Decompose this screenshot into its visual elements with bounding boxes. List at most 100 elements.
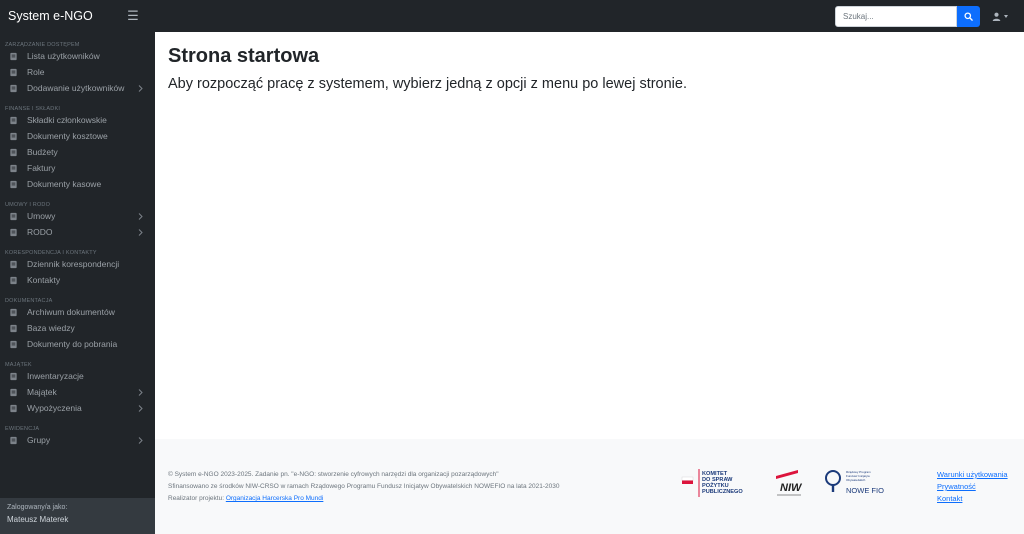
sponsor-logos: KOMITET DO SPRAW POŻYTKU PUBLICZNEGO NIW… [680,467,900,499]
open-book-icon [9,324,27,333]
sidebar-item-inwentaryzacje[interactable]: Inwentaryzacje [0,368,155,384]
footer-info: © System e-NGO 2023-2025. Zadanie pn. "e… [168,469,560,505]
sidebar-item-lista-uzytkownikow[interactable]: Lista użytkowników [0,48,155,64]
cash-register-icon [9,180,27,189]
sidebar-item-role[interactable]: Role [0,64,155,80]
sidebar-footer: Zalogowany/a jako: Mateusz Materek [0,498,155,534]
komitet-line-4: PUBLICZNEGO [702,489,743,495]
nowefio-caption-3: Obywatelskich [846,478,866,482]
sidebar-item-label: Kontakty [27,275,61,285]
sidebar-heading-dokumentacja: DOKUMENTACJA [5,298,53,304]
user-dropdown-button[interactable] [992,12,1008,21]
contact-link[interactable]: Kontakt [937,493,1008,504]
sidebar-item-label: Inwentaryzacje [27,371,84,381]
search-icon [964,11,973,21]
sidebar-heading-zarzadzanie-dostepem: ZARZĄDZANIE DOSTĘPEM [5,42,80,48]
id-card-icon [9,68,27,77]
sidebar-item-dokumenty-kasowe[interactable]: Dokumenty kasowe [0,176,155,192]
brand-link[interactable]: System e-NGO [0,9,118,23]
sidebar-item-label: Dokumenty kasowe [27,179,102,189]
terms-link[interactable]: Warunki użytkowania [937,469,1008,480]
komitet-line-3: POŻYTKU [702,482,729,489]
sidebar-heading-finanse-i-skladki: FINANSE I SKŁADKI [5,106,61,112]
top-navbar: System e-NGO ☰ [0,0,1024,32]
users-icon [9,52,27,61]
sidebar-item-dokumenty-do-pobrania[interactable]: Dokumenty do pobrania [0,336,155,352]
sidebar-item-majatek[interactable]: Majątek [0,384,155,400]
komitet-logo: KOMITET DO SPRAW POŻYTKU PUBLICZNEGO [681,469,743,497]
sidebar-item-umowy[interactable]: Umowy [0,208,155,224]
privacy-link[interactable]: Prywatność [937,481,1008,492]
sidebar-item-rodo[interactable]: RODO [0,224,155,240]
sidebar-item-label: RODO [27,227,53,237]
search-button[interactable] [957,5,980,27]
nowe-fio-logo: Rządowy Program Fundusz Inicjatyw Obywat… [825,470,884,495]
chevron-right-icon [135,228,145,236]
sidebar-item-label: Majątek [27,387,57,397]
chevron-right-icon [135,84,145,92]
page-lead: Aby rozpocząć pracę z systemem, wybierz … [168,76,687,92]
sidebar-item-label: Lista użytkowników [27,51,100,61]
group-icon [9,436,27,445]
sidebar-item-label: Baza wiedzy [27,323,75,333]
sidebar-item-dokumenty-kosztowe[interactable]: Dokumenty kosztowe [0,128,155,144]
hand-holding-icon [9,388,27,397]
search-input[interactable] [835,5,957,27]
sidebar-item-label: Archiwum dokumentów [27,307,115,317]
download-icon [9,340,27,349]
sidebar-item-archiwum-dokumentow[interactable]: Archiwum dokumentów [0,304,155,320]
sidebar-item-budzety[interactable]: Budżety [0,144,155,160]
chevron-right-icon [135,404,145,412]
coins-icon [9,116,27,125]
sidebar-toggle-button[interactable]: ☰ [118,8,148,24]
footer-links: Warunki użytkowania Prywatność Kontakt [937,469,1008,504]
sidebar: ZARZĄDZANIE DOSTĘPEM Lista użytkowników Ro… [0,32,155,534]
folder-lock-icon [9,228,27,237]
sidebar-item-faktury[interactable]: Faktury [0,160,155,176]
sidebar-item-label: Dokumenty do pobrania [27,339,118,349]
sidebar-item-label: Wypożyczenia [27,403,82,413]
sidebar-heading-umowy-i-rodo: UMOWY I RODO [5,202,51,208]
sidebar-item-skladki-czlonkowskie[interactable]: Składki członkowskie [0,112,155,128]
chevron-down-icon [1004,14,1008,18]
nowefio-text: NOWE FIO [846,486,884,495]
search-form [835,5,980,27]
chevron-right-icon [135,388,145,396]
sidebar-item-label: Składki członkowskie [27,115,107,125]
logged-in-caption: Zalogowany/a jako: [7,504,68,511]
sidebar-item-label: Dziennik korespondencji [27,259,120,269]
sidebar-item-label: Grupy [27,435,51,445]
chevron-right-icon [135,212,145,220]
niw-logo: NIW [776,470,803,496]
sidebar-item-grupy[interactable]: Grupy [0,432,155,448]
sidebar-item-label: Dokumenty kosztowe [27,131,108,141]
boxes-icon [9,404,27,413]
sidebar-item-dodawanie-uzytkownikow[interactable]: Dodawanie użytkowników [0,80,155,96]
sidebar-item-baza-wiedzy[interactable]: Baza wiedzy [0,320,155,336]
archive-icon [9,308,27,317]
sidebar-heading-korespondencja-i-kontakty: KORESPONDENCJA I KONTAKTY [5,250,97,256]
niw-text: NIW [780,482,803,494]
sidebar-item-label: Umowy [27,211,56,221]
address-book-icon [9,276,27,285]
budget-icon [9,148,27,157]
realizer-link[interactable]: Organizacja Harcerska Pro Mundi [226,495,324,502]
user-icon [992,12,1001,21]
sidebar-item-label: Budżety [27,147,58,157]
chevron-right-icon [135,436,145,444]
realizer-label: Realizator projektu: [168,495,224,502]
sidebar-heading-majatek: MAJĄTEK [5,362,32,368]
sidebar-item-kontakty[interactable]: Kontakty [0,272,155,288]
sidebar-item-dziennik-korespondencji[interactable]: Dziennik korespondencji [0,256,155,272]
realizer-line: Realizator projektu: Organizacja Harcers… [168,493,560,505]
sidebar-item-wypozyczenia[interactable]: Wypożyczenia [0,400,155,416]
user-plus-icon [9,84,27,93]
sidebar-heading-ewidencja: EWIDENCJA [5,426,40,432]
sidebar-item-label: Faktury [27,163,56,173]
page-footer: © System e-NGO 2023-2025. Zadanie pn. "e… [155,439,1024,534]
clipboard-list-icon [9,372,27,381]
contract-icon [9,212,27,221]
hamburger-icon: ☰ [127,8,139,23]
funding-text: Sfinansowano ze środków NIW-CRSO w ramac… [168,483,560,490]
sidebar-item-label: Role [27,67,45,77]
